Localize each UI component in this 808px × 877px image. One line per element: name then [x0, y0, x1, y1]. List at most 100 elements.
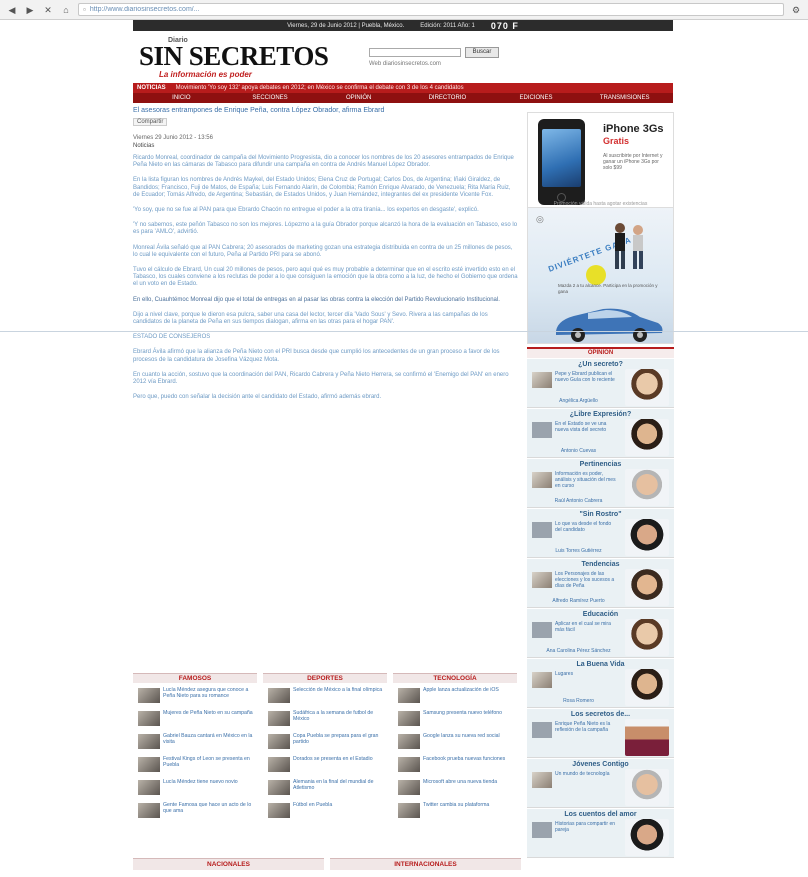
list-item[interactable]: Facebook prueba nuevas funciones — [393, 755, 517, 775]
item-headline[interactable]: Selección de México a la final olímpica — [293, 687, 383, 693]
item-thumbnail[interactable] — [398, 780, 420, 795]
column-title[interactable]: ¿Libre Expresión? — [527, 411, 674, 418]
item-headline[interactable]: Apple lanza actualización de iOS — [423, 687, 513, 693]
share-button[interactable]: Compartir — [133, 118, 168, 126]
item-thumbnail[interactable] — [138, 688, 160, 703]
column-author[interactable]: Rosa Romero — [531, 698, 626, 704]
list-item[interactable]: Google lanza su nueva red social — [393, 732, 517, 752]
mazda-ad[interactable]: ◎ DIVIÉRTETE GANA Mazda 2 a tu alcance. … — [527, 207, 674, 344]
section-header[interactable]: FAMOSOS — [133, 673, 257, 683]
column-thumbnail[interactable] — [532, 722, 552, 738]
column-teaser[interactable]: Información es poder, análisis y situaci… — [555, 471, 617, 489]
section-header-nacionales[interactable]: NACIONALES — [133, 858, 324, 870]
column-title[interactable]: Los cuentos del amor — [527, 811, 674, 818]
item-headline[interactable]: Gente Famosa que hace un acto de lo que … — [163, 802, 253, 814]
column-teaser[interactable]: Historias para compartir en pareja — [555, 821, 617, 833]
column-teaser[interactable]: En el Estado se ve una nueva vista del s… — [555, 421, 617, 433]
item-headline[interactable]: Copa Puebla se prepara para el gran part… — [293, 733, 383, 745]
item-thumbnail[interactable] — [398, 688, 420, 703]
item-thumbnail[interactable] — [268, 757, 290, 772]
item-headline[interactable]: Google lanza su nueva red social — [423, 733, 513, 739]
column-author[interactable]: Raúl Antonio Cabrera — [531, 498, 626, 504]
column-title[interactable]: Pertinencias — [527, 461, 674, 468]
column-teaser[interactable]: Un mundo de tecnología — [555, 771, 617, 777]
item-thumbnail[interactable] — [138, 757, 160, 772]
column-thumbnail[interactable] — [532, 372, 552, 388]
item-headline[interactable]: Fútbol en Puebla — [293, 802, 383, 808]
list-item[interactable]: Copa Puebla se prepara para el gran part… — [263, 732, 387, 752]
item-thumbnail[interactable] — [138, 711, 160, 726]
item-headline[interactable]: Microsoft abre una nueva tienda — [423, 779, 513, 785]
item-headline[interactable]: Sudáfrica a la semana de futbol de Méxic… — [293, 710, 383, 722]
column-thumbnail[interactable] — [532, 822, 552, 838]
list-item[interactable]: Apple lanza actualización de iOS — [393, 686, 517, 706]
list-item[interactable]: Samsung presenta nuevo teléfono — [393, 709, 517, 729]
column-teaser[interactable]: Enrique Peña Nieto es la reflexión de la… — [555, 721, 617, 733]
column-author[interactable]: Antonio Cuevas — [531, 448, 626, 454]
item-headline[interactable]: Festival Kings of Leon se presenta en Pu… — [163, 756, 253, 768]
item-thumbnail[interactable] — [268, 711, 290, 726]
item-thumbnail[interactable] — [268, 780, 290, 795]
column-thumbnail[interactable] — [532, 622, 552, 638]
list-item[interactable]: Mujeres de Peña Nieto en su campaña — [133, 709, 257, 729]
column-author[interactable]: Luis Torres Gutiérrez — [531, 548, 626, 554]
column-author[interactable]: Ana Carolina Pérez Sánchez — [531, 648, 626, 654]
item-headline[interactable]: Lucía Méndez asegura que conoce a Peña N… — [163, 687, 253, 699]
opinion-block[interactable]: Educación Aplicar en el cual se mira más… — [527, 609, 674, 658]
column-title[interactable]: La Buena Vida — [527, 661, 674, 668]
column-teaser[interactable]: Aplicar en el cual se mira más fácil — [555, 621, 617, 633]
item-thumbnail[interactable] — [398, 757, 420, 772]
nav-item-inicio[interactable]: INICIO — [137, 95, 226, 101]
list-item[interactable]: Lucía Méndez tiene nuevo novio — [133, 778, 257, 798]
wrench-icon[interactable]: ⚙ — [790, 4, 802, 16]
item-headline[interactable]: Facebook prueba nuevas funciones — [423, 756, 513, 762]
column-title[interactable]: Los secretos de... — [527, 711, 674, 718]
opinion-block[interactable]: Pertinencias Información es poder, análi… — [527, 459, 674, 508]
home-icon[interactable]: ⌂ — [60, 4, 72, 16]
column-title[interactable]: "Sin Rostro" — [527, 511, 674, 518]
item-headline[interactable]: Lucía Méndez tiene nuevo novio — [163, 779, 253, 785]
nav-item-ediciones[interactable]: EDICIONES — [492, 95, 581, 101]
item-headline[interactable]: Mujeres de Peña Nieto en su campaña — [163, 710, 253, 716]
opinion-block[interactable]: Los cuentos del amor Historias para comp… — [527, 809, 674, 858]
column-title[interactable]: Educación — [527, 611, 674, 618]
item-thumbnail[interactable] — [398, 711, 420, 726]
column-teaser[interactable]: Los Personajes de las elecciones y los s… — [555, 571, 617, 589]
list-item[interactable]: Alemania en la final del mundial de Atle… — [263, 778, 387, 798]
item-thumbnail[interactable] — [398, 803, 420, 818]
opinion-block[interactable]: Los secretos de... Enrique Peña Nieto es… — [527, 709, 674, 758]
section-header[interactable]: DEPORTES — [263, 673, 387, 683]
column-teaser[interactable]: Lugares — [555, 671, 617, 677]
item-thumbnail[interactable] — [398, 734, 420, 749]
column-teaser[interactable]: Lo que va desde el fondo del candidato — [555, 521, 617, 533]
section-header-internacionales[interactable]: INTERNACIONALES — [330, 858, 521, 870]
column-teaser[interactable]: Pepe y Ebrard publican el nuevo Guía con… — [555, 371, 617, 383]
opinion-block[interactable]: ¿Un secreto? Pepe y Ebrard publican el n… — [527, 359, 674, 408]
site-logo[interactable]: SIN SECRETOS — [139, 41, 329, 72]
item-headline[interactable]: Samsung presenta nuevo teléfono — [423, 710, 513, 716]
nav-item-secciones[interactable]: SECCIONES — [226, 95, 315, 101]
opinion-block[interactable]: Jóvenes Contigo Un mundo de tecnología — [527, 759, 674, 808]
nav-item-directorio[interactable]: DIRECTORIO — [403, 95, 492, 101]
list-item[interactable]: Festival Kings of Leon se presenta en Pu… — [133, 755, 257, 775]
nav-item-opinion[interactable]: OPINIÓN — [314, 95, 403, 101]
column-thumbnail[interactable] — [532, 572, 552, 588]
column-author[interactable]: Alfredo Ramírez Puerto — [531, 598, 626, 604]
item-thumbnail[interactable] — [268, 688, 290, 703]
forward-icon[interactable]: ▶ — [24, 4, 36, 16]
item-headline[interactable]: Dorados se presenta en el Estadio — [293, 756, 383, 762]
column-thumbnail[interactable] — [532, 522, 552, 538]
list-item[interactable]: Sudáfrica a la semana de futbol de Méxic… — [263, 709, 387, 729]
item-thumbnail[interactable] — [138, 734, 160, 749]
nav-item-transmisiones[interactable]: TRANSMISIONES — [580, 95, 669, 101]
list-item[interactable]: Fútbol en Puebla — [263, 801, 387, 821]
section-header[interactable]: TECNOLOGÍA — [393, 673, 517, 683]
search-options[interactable]: Web diariosinsecretos.com — [369, 61, 441, 67]
column-thumbnail[interactable] — [532, 472, 552, 488]
item-headline[interactable]: Twitter cambia su plataforma — [423, 802, 513, 808]
close-icon[interactable]: ✕ — [42, 4, 54, 16]
news-headline[interactable]: Movimiento 'Yo soy 132' apoya debates en… — [176, 85, 464, 91]
address-bar[interactable]: ▫ http://www.diariosinsecretos.com/... — [78, 3, 784, 16]
list-item[interactable]: Twitter cambia su plataforma — [393, 801, 517, 821]
column-title[interactable]: Jóvenes Contigo — [527, 761, 674, 768]
